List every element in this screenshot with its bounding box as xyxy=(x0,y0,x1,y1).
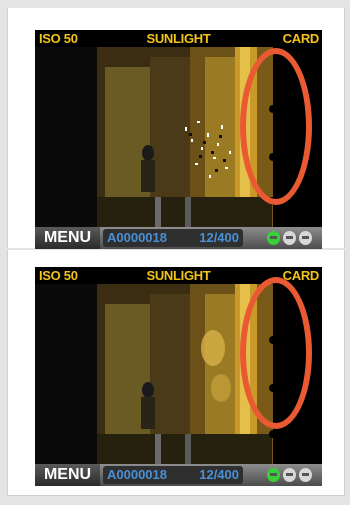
camera-screen-panel-bottom: ISO 50 SUNLIGHT CARD MENU A0000018 12/40… xyxy=(7,250,345,496)
camera-screen-panel-top: ISO 50 SUNLIGHT CARD MENU A0000018 12/40… xyxy=(7,8,345,249)
camera-lcd-display: ISO 50 SUNLIGHT CARD MENU A0000018 12/40… xyxy=(35,267,322,486)
white-balance-indicator: SUNLIGHT xyxy=(146,31,211,46)
photo-preview xyxy=(35,47,322,227)
menu-button[interactable]: MENU xyxy=(35,227,100,249)
battery-icon xyxy=(265,467,317,483)
file-info: A0000018 12/400 xyxy=(103,466,243,484)
status-bar: ISO 50 SUNLIGHT CARD xyxy=(35,267,322,284)
bottom-bar: MENU A0000018 12/400 xyxy=(35,227,322,249)
battery-icon xyxy=(265,230,317,246)
status-bar: ISO 50 SUNLIGHT CARD xyxy=(35,30,322,47)
storage-media-indicator: CARD xyxy=(282,268,320,283)
camera-lcd-display: ISO 50 SUNLIGHT CARD MENU A0000018 12/40… xyxy=(35,30,322,249)
file-id: A0000018 xyxy=(107,467,167,482)
frame-counter: 12/400 xyxy=(199,230,239,245)
file-id: A0000018 xyxy=(107,230,167,245)
menu-button[interactable]: MENU xyxy=(35,464,100,486)
bottom-bar: MENU A0000018 12/400 xyxy=(35,464,322,486)
frame-counter: 12/400 xyxy=(199,467,239,482)
file-info: A0000018 12/400 xyxy=(103,229,243,247)
white-balance-indicator: SUNLIGHT xyxy=(146,268,211,283)
photo-preview xyxy=(35,284,322,464)
storage-media-indicator: CARD xyxy=(282,31,320,46)
